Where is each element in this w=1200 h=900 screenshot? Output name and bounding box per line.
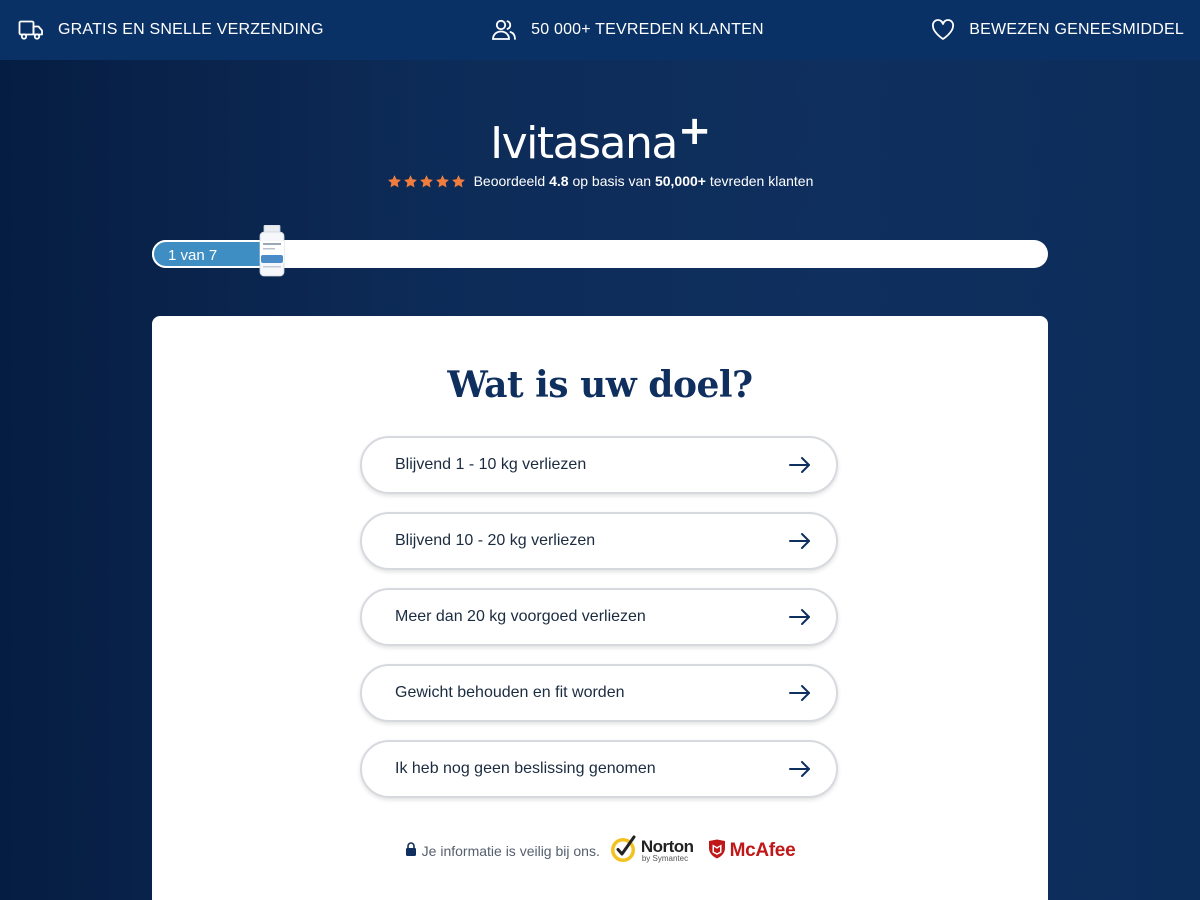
lock-icon: [405, 842, 417, 859]
quiz-progress-bar: 1 van 7: [152, 224, 1048, 277]
benefit-proven-label: BEWEZEN GENEESMIDDEL: [969, 21, 1184, 38]
mcafee-badge: McAfee: [708, 839, 796, 862]
quiz-option-label: Blijvend 10 - 20 kg verliezen: [395, 532, 596, 549]
top-benefits-bar: GRATIS EN SNELLE VERZENDING 50 000+ TEVR…: [0, 0, 1200, 60]
users-icon: [491, 18, 517, 42]
benefit-customers: 50 000+ TEVREDEN KLANTEN: [491, 18, 764, 42]
arrow-right-icon: [788, 608, 812, 626]
quiz-option-3[interactable]: Meer dan 20 kg voorgoed verliezen: [360, 588, 838, 646]
quiz-option-label: Gewicht behouden en fit worden: [395, 684, 625, 701]
norton-badge: Norton by Symantec: [610, 834, 694, 867]
norton-sub: by Symantec: [641, 854, 689, 863]
security-badges: Je informatie is veilig bij ons. Norton …: [152, 834, 1048, 867]
brand-logo[interactable]: Ivitasana+: [0, 108, 1200, 169]
benefit-customers-label: 50 000+ TEVREDEN KLANTEN: [531, 21, 764, 38]
arrow-right-icon: [788, 684, 812, 702]
quiz-options: Blijvend 1 - 10 kg verliezen Blijvend 10 …: [360, 436, 840, 816]
supplement-bottle-icon: [258, 224, 286, 282]
rating-suffix: tevreden klanten: [709, 173, 814, 189]
quiz-option-4[interactable]: Gewicht behouden en fit worden: [360, 664, 838, 722]
mcafee-name: McAfee: [729, 839, 796, 861]
quiz-option-2[interactable]: Blijvend 10 - 20 kg verliezen: [360, 512, 838, 570]
star-icon: [435, 174, 450, 189]
security-notice: Je informatie is veilig bij ons.: [405, 842, 600, 859]
quiz-option-label: Ik heb nog geen beslissing genomen: [395, 760, 656, 777]
mcafee-shield-icon: [708, 839, 726, 862]
rating-summary: Beoordeeld 4.8 op basis van 50,000+ tevr…: [0, 173, 1200, 189]
rating-prefix: Beoordeeld: [473, 173, 546, 189]
rating-count: 50,000+: [654, 173, 706, 189]
quiz-progress-label: 1 van 7: [168, 247, 218, 264]
brand-name: Ivitasana: [490, 118, 678, 169]
quiz-question-title: Wat is uw doel?: [447, 364, 753, 406]
star-icon: [387, 174, 402, 189]
rating-stars: [387, 174, 466, 189]
brand-plus: +: [677, 108, 712, 154]
benefit-shipping: GRATIS EN SNELLE VERZENDING: [18, 19, 324, 41]
quiz-option-label: Blijvend 1 - 10 kg verliezen: [395, 456, 587, 473]
rating-middle: op basis van: [572, 173, 652, 189]
quiz-option-label: Meer dan 20 kg voorgoed verliezen: [395, 608, 646, 625]
norton-name: Norton: [640, 837, 694, 856]
benefit-shipping-label: GRATIS EN SNELLE VERZENDING: [58, 21, 324, 38]
truck-icon: [18, 19, 44, 41]
quiz-option-5[interactable]: Ik heb nog geen beslissing genomen: [360, 740, 838, 798]
rating-score: 4.8: [549, 173, 569, 189]
norton-check-icon: [610, 834, 638, 867]
star-icon: [403, 174, 418, 189]
arrow-right-icon: [788, 456, 812, 474]
star-icon: [451, 174, 466, 189]
heart-icon: [931, 19, 955, 41]
security-text: Je informatie is veilig bij ons.: [421, 842, 600, 859]
arrow-right-icon: [788, 532, 812, 550]
rating-text: Beoordeeld 4.8 op basis van 50,000+ tevr…: [474, 173, 814, 189]
star-icon: [419, 174, 434, 189]
quiz-option-1[interactable]: Blijvend 1 - 10 kg verliezen: [360, 436, 838, 494]
arrow-right-icon: [788, 760, 812, 778]
benefit-proven: BEWEZEN GENEESMIDDEL: [931, 19, 1184, 41]
quiz-card: Wat is uw doel? Blijvend 1 - 10 kg verli…: [152, 316, 1048, 900]
